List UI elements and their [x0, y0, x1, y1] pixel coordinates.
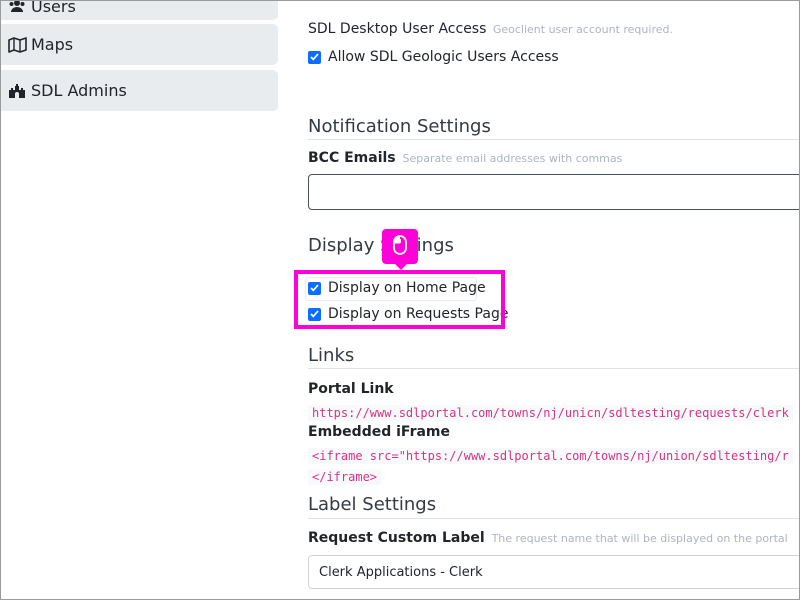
request-custom-label-value: Clerk Applications - Clerk — [319, 564, 483, 580]
bcc-emails-hint: Separate email addresses with commas — [402, 152, 623, 165]
bcc-emails-text: BCC Emails — [308, 150, 396, 166]
divider — [308, 139, 800, 140]
sidebar-item-label: SDL Admins — [31, 81, 127, 100]
allow-geologic-checkbox-row[interactable]: Allow SDL Geologic Users Access — [308, 49, 559, 65]
notification-settings-heading: Notification Settings — [308, 116, 491, 137]
portal-link-code-wrap: https://www.sdlportal.com/towns/nj/unicn… — [308, 402, 793, 421]
sidebar-item-maps[interactable]: Maps — [0, 24, 278, 65]
request-custom-label: Request Custom Label The request name th… — [308, 530, 788, 546]
desktop-access-text: SDL Desktop User Access — [308, 21, 487, 37]
sidebar-item-users[interactable]: Users — [0, 0, 278, 20]
click-indicator — [382, 229, 418, 270]
divider — [308, 518, 800, 519]
allow-geologic-checkbox[interactable] — [308, 50, 321, 64]
request-custom-label-input[interactable]: Clerk Applications - Clerk — [308, 555, 800, 589]
display-settings-heading: Display Settings — [308, 235, 454, 256]
portal-link-label: Portal Link — [308, 381, 394, 397]
sidebar-item-sdl-admins[interactable]: SDL Admins — [0, 70, 278, 111]
label-settings-heading: Label Settings — [308, 494, 437, 515]
divider — [308, 368, 800, 369]
request-custom-label-hint: The request name that will be displayed … — [491, 532, 788, 545]
allow-geologic-label: Allow SDL Geologic Users Access — [328, 49, 559, 65]
sidebar-item-label: Users — [31, 0, 76, 16]
highlight-box — [294, 270, 505, 329]
links-heading: Links — [308, 345, 355, 366]
embedded-iframe-label: Embedded iFrame — [308, 424, 451, 440]
sidebar-item-label: Maps — [31, 35, 74, 54]
bcc-emails-input[interactable] — [308, 174, 800, 210]
map-icon — [8, 36, 28, 53]
bcc-emails-label: BCC Emails Separate email addresses with… — [308, 150, 622, 166]
mouse-icon — [393, 234, 407, 259]
iframe-code-line2-wrap: </iframe> — [308, 466, 382, 485]
users-icon — [8, 0, 28, 14]
castle-icon — [8, 83, 28, 99]
iframe-code-line1-wrap: <iframe src="https://www.sdlportal.com/t… — [308, 445, 793, 464]
sidebar: Users Maps SDL Admins — [0, 0, 290, 600]
portal-link-url[interactable]: https://www.sdlportal.com/towns/nj/unicn… — [308, 405, 793, 421]
desktop-access-hint: Geoclient user account required. — [492, 23, 673, 36]
iframe-code-line1[interactable]: <iframe src="https://www.sdlportal.com/t… — [308, 448, 793, 464]
request-custom-label-text: Request Custom Label — [308, 530, 485, 546]
iframe-code-line2[interactable]: </iframe> — [308, 469, 382, 485]
desktop-access-label: SDL Desktop User Access Geoclient user a… — [308, 21, 673, 37]
